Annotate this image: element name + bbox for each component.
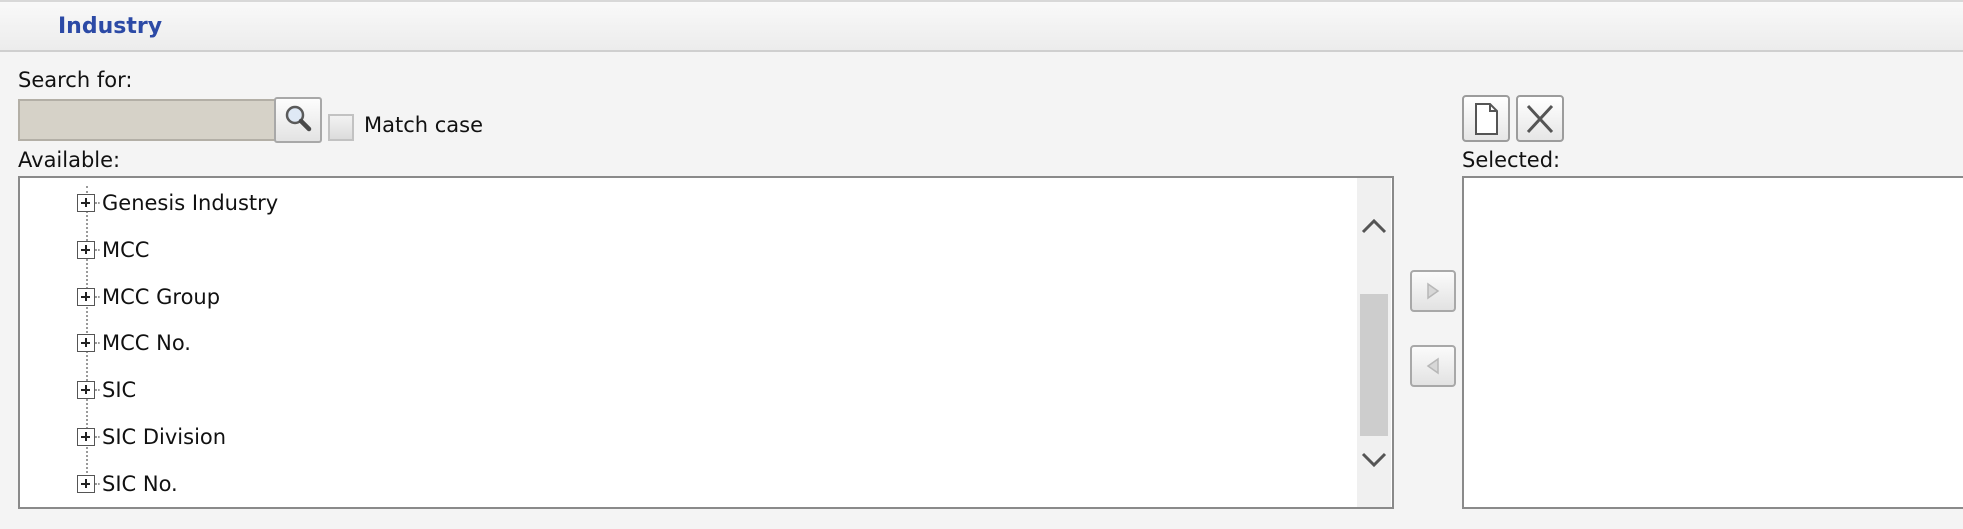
expand-plus-icon[interactable]: [77, 334, 95, 352]
tree-item-label: SIC Division: [102, 425, 227, 449]
available-label: Available:: [18, 148, 121, 172]
tree-item-genesis-industry[interactable]: Genesis Industry: [77, 188, 278, 218]
tree-item-label: Genesis Industry: [102, 191, 279, 215]
chevron-up-icon: [1361, 218, 1387, 234]
expand-plus-icon[interactable]: [77, 241, 95, 259]
tree-item-sic-no[interactable]: SIC No.: [77, 469, 178, 499]
match-case-checkbox[interactable]: [328, 114, 354, 141]
arrow-right-icon: [1427, 282, 1440, 300]
tree-item-label: SIC No.: [102, 472, 178, 496]
match-case-label[interactable]: Match case: [364, 113, 483, 137]
chevron-down-icon: [1361, 452, 1387, 468]
vertical-scrollbar[interactable]: [1357, 178, 1391, 507]
tree-item-sic-division[interactable]: SIC Division: [77, 422, 226, 452]
clear-button[interactable]: [1516, 95, 1564, 142]
new-document-icon: [1475, 103, 1498, 135]
remove-from-selected-button[interactable]: [1410, 345, 1456, 387]
search-input[interactable]: [18, 99, 275, 141]
tree-item-mcc-group[interactable]: MCC Group: [77, 282, 220, 312]
tree-item-mcc-no[interactable]: MCC No.: [77, 328, 191, 358]
magnifier-icon: [285, 105, 312, 132]
scroll-up-button[interactable]: [1357, 206, 1391, 246]
scroll-down-button[interactable]: [1357, 440, 1391, 480]
tree-item-label: MCC: [102, 238, 150, 262]
available-list[interactable]: Genesis Industry MCC MCC Group MCC No. S…: [18, 176, 1394, 509]
add-to-selected-button[interactable]: [1410, 270, 1456, 312]
selected-label: Selected:: [1462, 148, 1561, 172]
section-header: Industry: [0, 0, 1963, 52]
search-label: Search for:: [18, 68, 133, 92]
new-button[interactable]: [1462, 95, 1510, 142]
tree-item-label: MCC Group: [102, 285, 221, 309]
tree-item-mcc[interactable]: MCC: [77, 235, 149, 265]
expand-plus-icon[interactable]: [77, 381, 95, 399]
tree-item-label: MCC No.: [102, 331, 191, 355]
expand-plus-icon[interactable]: [77, 475, 95, 493]
search-button[interactable]: [274, 97, 322, 143]
tree-item-sic[interactable]: SIC: [77, 375, 136, 405]
tree-item-label: SIC: [102, 378, 137, 402]
selected-list[interactable]: [1462, 176, 1963, 509]
arrow-left-icon: [1426, 357, 1439, 375]
expand-plus-icon[interactable]: [77, 428, 95, 446]
expand-plus-icon[interactable]: [77, 194, 95, 212]
scroll-thumb[interactable]: [1360, 294, 1388, 436]
section-title: Industry: [58, 14, 163, 39]
clear-x-icon: [1526, 104, 1554, 134]
expand-plus-icon[interactable]: [77, 288, 95, 306]
